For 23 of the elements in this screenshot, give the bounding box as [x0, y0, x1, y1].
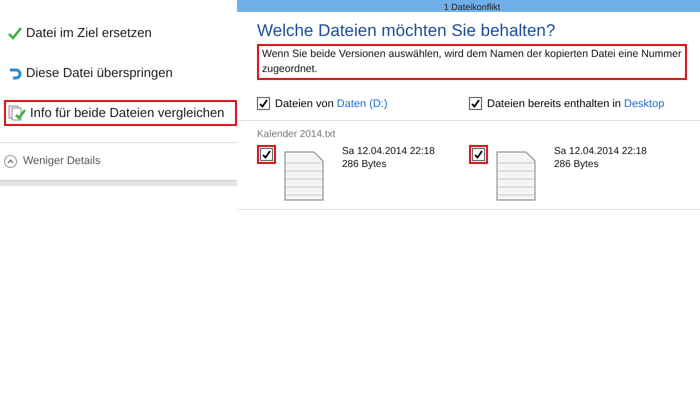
text-file-icon: [496, 151, 536, 201]
file-size: 286 Bytes: [554, 158, 600, 171]
checkbox[interactable]: [257, 97, 270, 110]
details-toggle[interactable]: Weniger Details: [0, 143, 237, 180]
file-date: Sa 12.04.2014 22:18: [342, 145, 435, 158]
checkmark-icon: [8, 26, 22, 40]
description-text: Wenn Sie beide Versionen auswählen, wird dem Namen der kopierten Datei eine Nummer zugeordnet.: [257, 44, 687, 80]
checkbox[interactable]: [472, 148, 485, 161]
file-date: Sa 12.04.2014 22:18: [554, 145, 647, 158]
option-button[interactable]: Datei im Ziel ersetzen: [4, 20, 237, 46]
window-title: 1 Dateikonflikt: [444, 2, 500, 12]
file-name: Kalender 2014.txt: [257, 128, 336, 142]
checkbox[interactable]: [260, 148, 273, 161]
documents-check-icon: [8, 105, 26, 121]
dialog-heading: Welche Dateien möchten Sie behalten?: [257, 20, 556, 42]
source-label: Dateien von Daten (D:): [275, 96, 388, 112]
text-file-icon: [284, 151, 324, 201]
file-size: 286 Bytes: [342, 158, 388, 171]
option-button[interactable]: Info für beide Dateien vergleichen: [4, 100, 237, 126]
checkbox[interactable]: [469, 97, 482, 110]
option-button[interactable]: Diese Datei überspringen: [4, 60, 237, 86]
source-label: Dateien bereits enthalten in Desktop: [487, 96, 664, 112]
chevron-up-icon: [4, 154, 17, 168]
